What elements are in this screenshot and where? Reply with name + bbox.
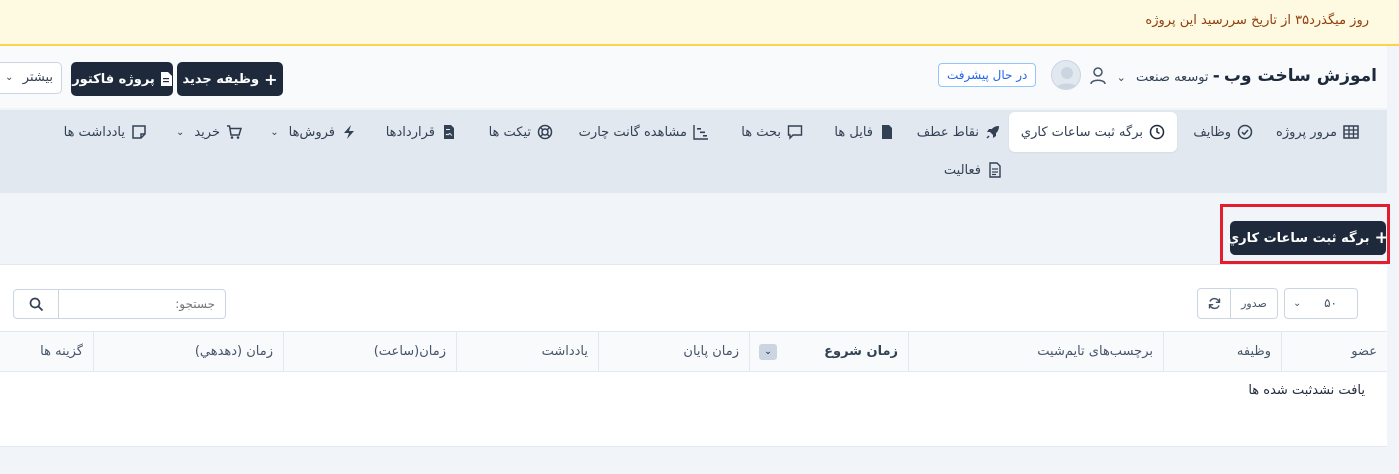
project-header: اموزش ساخت وب - توسعه صنعت ⌄ در حال پیشر… [0,46,1387,108]
more-label: بیشتر [22,70,53,85]
timesheet-table-panel: صدور ۵۰ ⌄ عضو وظیفه برچسب‌های تایم‌شیت ز… [0,264,1387,447]
rocket-icon [986,126,999,139]
file-icon [882,125,892,139]
tab-tickets-label: تیکت ها [488,124,531,140]
refresh-button[interactable] [1197,288,1231,319]
tab-purchases[interactable]: خرید ⌄ [176,112,242,152]
empty-table-message: یافت نشدثبت شده ها [1248,383,1365,398]
tab-activity-label: فعالیت [943,162,981,178]
gantt-chart-icon [693,125,708,140]
export-button[interactable]: صدور [1230,288,1278,319]
tab-timesheets[interactable]: برگه ثبت ساعات کاري [1008,112,1177,152]
life-ring-icon [537,124,553,140]
overdue-alert-text: روز میگذرد۳۵ از تاریخ سررسید این پروژه [1145,13,1369,28]
search-box [13,289,226,319]
search-icon [29,297,43,311]
new-timesheet-label: برگه ثبت ساعات کاري [1227,230,1370,246]
sticky-note-icon [132,125,146,139]
tab-notes-label: یادداشت ها [63,124,125,140]
page-size-select[interactable]: ۵۰ ⌄ [1284,288,1358,319]
client-name: توسعه صنعت [1135,70,1209,85]
tab-sales[interactable]: فروش‌ها ⌄ [270,112,357,152]
page-size-value: ۵۰ [1324,296,1337,310]
column-end-time[interactable]: زمان پایان [598,332,749,371]
comment-icon [787,125,803,140]
project-tabs: مرور پروژه وظایف برگه ثبت ساعات کاري نقا… [0,110,1387,193]
file-contract-icon [444,125,454,139]
tab-gantt[interactable]: مشاهده گانت چارت [579,112,709,152]
project-title[interactable]: اموزش ساخت وب - توسعه صنعت ⌄ [1117,66,1377,86]
sort-desc-icon: ⌄ [759,344,777,360]
refresh-icon [1208,297,1220,310]
tab-timesheets-label: برگه ثبت ساعات کاري [1020,124,1143,140]
tab-contracts-label: قراردادها [385,124,435,140]
tab-milestones[interactable]: نقاط عطف [917,112,1001,152]
status-badge: در حال پیشرفت [938,63,1037,87]
column-member[interactable]: عضو [1281,332,1387,371]
avatar[interactable] [1051,60,1081,90]
avatar-placeholder-icon [1055,67,1079,89]
plus-icon: + [264,69,278,89]
column-task[interactable]: وظیفه [1163,332,1281,371]
invoice-project-label: پروژه فاکتور [72,71,155,87]
column-note[interactable]: یادداشت [456,332,598,371]
new-timesheet-button[interactable]: + برگه ثبت ساعات کاري [1227,221,1389,255]
table-controls: صدور ۵۰ ⌄ [1197,288,1358,319]
tab-tasks[interactable]: وظایف [1193,112,1253,152]
tab-contracts[interactable]: قراردادها [386,112,457,152]
search-button[interactable] [14,290,59,318]
table-header: عضو وظیفه برچسب‌های تایم‌شیت زمان شروع ⌄… [0,331,1387,372]
file-invoice-icon [160,72,172,86]
tab-tasks-label: وظایف [1193,124,1231,140]
tab-tickets[interactable]: تیکت ها [489,112,553,152]
column-time-decimal[interactable]: زمان (دهدهي) [93,332,283,371]
tab-milestones-label: نقاط عطف [916,124,979,140]
column-start-time-label: زمان شروع [824,344,898,359]
title-separator: - [1212,66,1220,86]
chevron-down-icon: ⌄ [5,72,14,83]
overdue-alert: روز میگذرد۳۵ از تاریخ سررسید این پروژه [0,0,1399,46]
tab-activity[interactable]: فعالیت [944,150,1003,190]
tab-notes[interactable]: یادداشت ها [64,112,147,152]
chevron-down-icon: ⌄ [1116,71,1126,84]
more-dropdown[interactable]: بیشتر ⌄ [0,62,62,94]
search-input[interactable] [58,290,225,318]
column-time-hours[interactable]: زمان(ساعت) [283,332,456,371]
shopping-cart-icon [227,125,242,139]
check-circle-icon [1237,124,1253,140]
new-task-button[interactable]: + وظیفه جدید [177,62,283,96]
tab-discussions-label: بحث ها [741,124,781,140]
table-grid-icon [1343,125,1359,139]
chevron-down-icon: ⌄ [175,126,185,138]
tab-purchases-label: خرید [194,124,220,140]
tab-files-label: فایل ها [834,124,873,140]
user-icon[interactable] [1089,66,1107,86]
clock-icon [1149,124,1165,140]
tab-files[interactable]: فایل ها [834,112,895,152]
project-name: اموزش ساخت وب [1223,66,1377,86]
chevron-down-icon: ⌄ [1293,298,1302,309]
new-task-label: وظیفه جدید [182,71,260,87]
bolt-icon [344,125,354,139]
tab-overview[interactable]: مرور پروژه [1276,112,1359,152]
tab-discussions[interactable]: بحث ها [741,112,803,152]
tab-sales-label: فروش‌ها [288,124,335,140]
column-options: گزینه ها [40,344,83,359]
file-lines-icon [989,162,1001,178]
chevron-down-icon: ⌄ [270,126,279,138]
column-start-time[interactable]: زمان شروع ⌄ [749,332,908,371]
tab-gantt-label: مشاهده گانت چارت [578,124,687,140]
column-tags[interactable]: برچسب‌های تایم‌شیت [908,332,1163,371]
plus-icon: + [1374,228,1389,248]
tab-overview-label: مرور پروژه [1276,124,1337,140]
invoice-project-button[interactable]: پروژه فاکتور [71,62,173,96]
